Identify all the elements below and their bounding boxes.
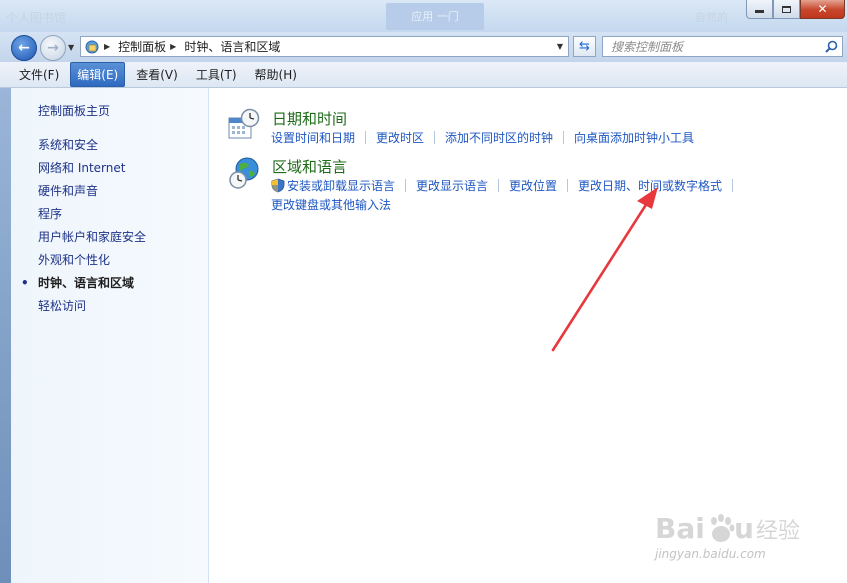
minimize-icon bbox=[755, 10, 764, 13]
link-change-date-time-number-format[interactable]: 更改日期、时间或数字格式 bbox=[578, 177, 722, 194]
sidebar-item-hardware-sound[interactable]: 硬件和声音 bbox=[38, 180, 146, 203]
maximize-button[interactable] bbox=[773, 0, 800, 19]
link-change-location[interactable]: 更改位置 bbox=[509, 177, 557, 194]
close-button[interactable]: ✕ bbox=[800, 0, 845, 19]
menu-tools[interactable]: 工具(T) bbox=[189, 62, 244, 87]
refresh-button[interactable]: ⇆ bbox=[573, 36, 596, 57]
sidebar-item-system-security[interactable]: 系统和安全 bbox=[38, 134, 146, 157]
back-button[interactable]: ← bbox=[11, 35, 37, 61]
svg-text:经验: 经验 bbox=[756, 519, 800, 544]
link-divider bbox=[563, 131, 565, 144]
menu-bar: 文件(F) 编辑(E) 查看(V) 工具(T) 帮助(H) bbox=[0, 62, 847, 88]
current-page-bullet-icon: • bbox=[21, 276, 29, 290]
minimize-button[interactable] bbox=[746, 0, 773, 19]
navigation-bar: ← → ▼ ▶ 控制面板 ▶ 时钟、语言和区域 ▼ ⇆ bbox=[0, 32, 847, 62]
clock-calendar-icon[interactable] bbox=[227, 108, 261, 142]
link-change-display-language[interactable]: 更改显示语言 bbox=[416, 177, 488, 194]
breadcrumb-clock-language-region[interactable]: 时钟、语言和区域 bbox=[184, 38, 280, 55]
link-divider bbox=[567, 179, 569, 192]
menu-edit[interactable]: 编辑(E) bbox=[70, 62, 126, 87]
background-window-edge bbox=[0, 88, 11, 583]
caption-buttons: ✕ bbox=[746, 0, 845, 21]
refresh-icon: ⇆ bbox=[579, 39, 590, 54]
recent-pages-dropdown[interactable]: ▼ bbox=[68, 43, 74, 52]
sidebar-item-programs[interactable]: 程序 bbox=[38, 203, 146, 226]
window-titlebar: 个人图书馆 应用 一门 自然的 ✕ bbox=[0, 0, 847, 32]
link-add-clocks[interactable]: 添加不同时区的时钟 bbox=[445, 129, 553, 146]
link-change-time-zone[interactable]: 更改时区 bbox=[376, 129, 424, 146]
date-time-links: 设置时间和日期 更改时区 添加不同时区的时钟 向桌面添加时钟小工具 bbox=[271, 129, 694, 146]
sidebar-item-network-internet[interactable]: 网络和 Internet bbox=[38, 157, 146, 180]
menu-help[interactable]: 帮助(H) bbox=[248, 62, 304, 87]
globe-clock-icon[interactable] bbox=[227, 156, 261, 190]
window-title: 个人图书馆 bbox=[6, 11, 67, 25]
link-divider bbox=[732, 179, 734, 192]
control-panel-home-link[interactable]: 控制面板主页 bbox=[38, 102, 110, 119]
breadcrumb-control-panel[interactable]: 控制面板 bbox=[118, 38, 166, 55]
watermark-url: jingyan.baidu.com bbox=[655, 547, 766, 561]
close-icon: ✕ bbox=[817, 2, 828, 16]
search-input[interactable] bbox=[611, 39, 811, 54]
left-navigation-pane: 控制面板主页 系统和安全 网络和 Internet 硬件和声音 程序 用户帐户和… bbox=[11, 88, 209, 583]
sidebar-item-appearance[interactable]: 外观和个性化 bbox=[38, 249, 146, 272]
forward-button[interactable]: → bbox=[40, 35, 66, 61]
menu-file[interactable]: 文件(F) bbox=[12, 62, 66, 87]
sidebar-item-label: 时钟、语言和区域 bbox=[38, 276, 135, 290]
category-list: 系统和安全 网络和 Internet 硬件和声音 程序 用户帐户和家庭安全 外观… bbox=[21, 134, 146, 318]
search-icon[interactable] bbox=[825, 40, 838, 53]
section-title-region-language[interactable]: 区域和语言 bbox=[272, 156, 347, 177]
sidebar-item-clock-language-region[interactable]: • 时钟、语言和区域 bbox=[21, 272, 146, 295]
forward-arrow-icon: → bbox=[47, 40, 59, 56]
link-divider bbox=[498, 179, 500, 192]
control-panel-icon bbox=[85, 40, 99, 53]
sidebar-item-ease-of-access[interactable]: 轻松访问 bbox=[38, 295, 146, 318]
link-set-time-date[interactable]: 设置时间和日期 bbox=[271, 129, 355, 146]
section-title-date-time[interactable]: 日期和时间 bbox=[272, 108, 347, 129]
breadcrumb-chevron-icon: ▶ bbox=[170, 42, 177, 51]
svg-text:u: u bbox=[734, 512, 754, 545]
back-arrow-icon: ← bbox=[18, 40, 30, 56]
uac-shield-icon bbox=[271, 178, 285, 193]
search-box[interactable] bbox=[602, 36, 843, 57]
link-divider bbox=[365, 131, 367, 144]
background-window-button: 应用 一门 bbox=[386, 3, 484, 30]
link-change-keyboard-input[interactable]: 更改键盘或其他输入法 bbox=[271, 196, 391, 213]
breadcrumb-chevron-icon: ▶ bbox=[104, 42, 111, 51]
address-bar[interactable]: ▶ 控制面板 ▶ 时钟、语言和区域 ▼ bbox=[80, 36, 569, 57]
link-install-display-language[interactable]: 安装或卸载显示语言 bbox=[287, 177, 395, 194]
region-language-links-row2: 更改键盘或其他输入法 bbox=[271, 196, 391, 213]
sidebar-item-user-accounts[interactable]: 用户帐户和家庭安全 bbox=[38, 226, 146, 249]
link-divider bbox=[434, 131, 436, 144]
region-language-links: 安装或卸载显示语言 更改显示语言 更改位置 更改日期、时间或数字格式 bbox=[271, 177, 743, 194]
menu-view[interactable]: 查看(V) bbox=[129, 62, 185, 87]
svg-text:Bai: Bai bbox=[655, 512, 705, 545]
link-divider bbox=[405, 179, 407, 192]
link-add-clock-gadget[interactable]: 向桌面添加时钟小工具 bbox=[574, 129, 694, 146]
maximize-icon bbox=[782, 5, 791, 13]
baidu-watermark-logo: Bai u 经验 bbox=[655, 512, 800, 545]
address-dropdown-icon[interactable]: ▼ bbox=[557, 42, 563, 51]
background-window-text: 自然的 bbox=[695, 11, 728, 24]
